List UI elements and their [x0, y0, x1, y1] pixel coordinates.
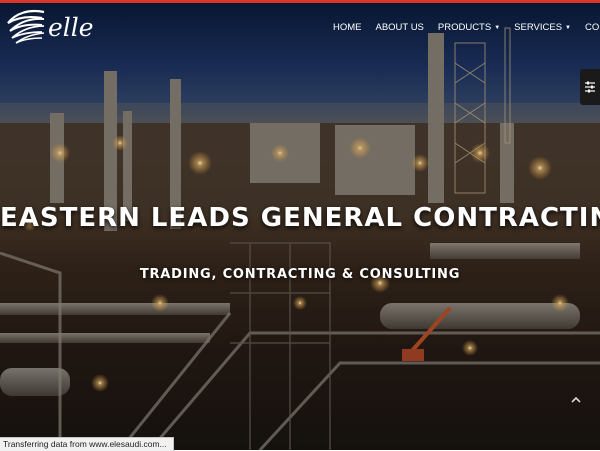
hero-headline: EASTERN LEADS GENERAL CONTRACTING EST.: [0, 203, 600, 233]
nav-about-us[interactable]: ABOUT US: [376, 22, 424, 33]
browser-status-bar: Transferring data from www.elesaudi.com.…: [0, 437, 174, 451]
nav-products-label: PRODUCTS: [437, 22, 492, 33]
nav-services[interactable]: SERVICES ▼: [514, 22, 571, 33]
nav-home[interactable]: HOME: [333, 22, 362, 33]
nav-products[interactable]: PRODUCTS ▼: [438, 22, 500, 33]
nav-services-label: SERVICES: [514, 22, 563, 33]
logo-wordmark: elle: [48, 13, 94, 42]
nav-contact[interactable]: CONTACT: [585, 22, 600, 33]
site-logo[interactable]: elle: [4, 7, 114, 47]
nav-home-label: HOME: [333, 22, 362, 33]
hero-tagline: TRADING, CONTRACTING & CONSULTING: [139, 267, 461, 282]
swoosh-logo-icon: [7, 9, 45, 44]
hero-banner: elle HOME ABOUT US PRODUCTS ▼ SERVICES ▼ C…: [0, 3, 600, 450]
sliders-icon: [585, 81, 595, 93]
chevron-up-icon[interactable]: [570, 394, 582, 406]
main-navigation: HOME ABOUT US PRODUCTS▼ SERVICES▼ CONTAC…: [333, 22, 600, 33]
caret-down-icon: ▼: [494, 25, 501, 31]
side-panel-toggle[interactable]: [580, 69, 600, 105]
nav-contact-label: CONTACT: [584, 22, 600, 33]
caret-down-icon: ▼: [565, 25, 571, 31]
nav-about-us-label: ABOUT US: [375, 22, 424, 33]
